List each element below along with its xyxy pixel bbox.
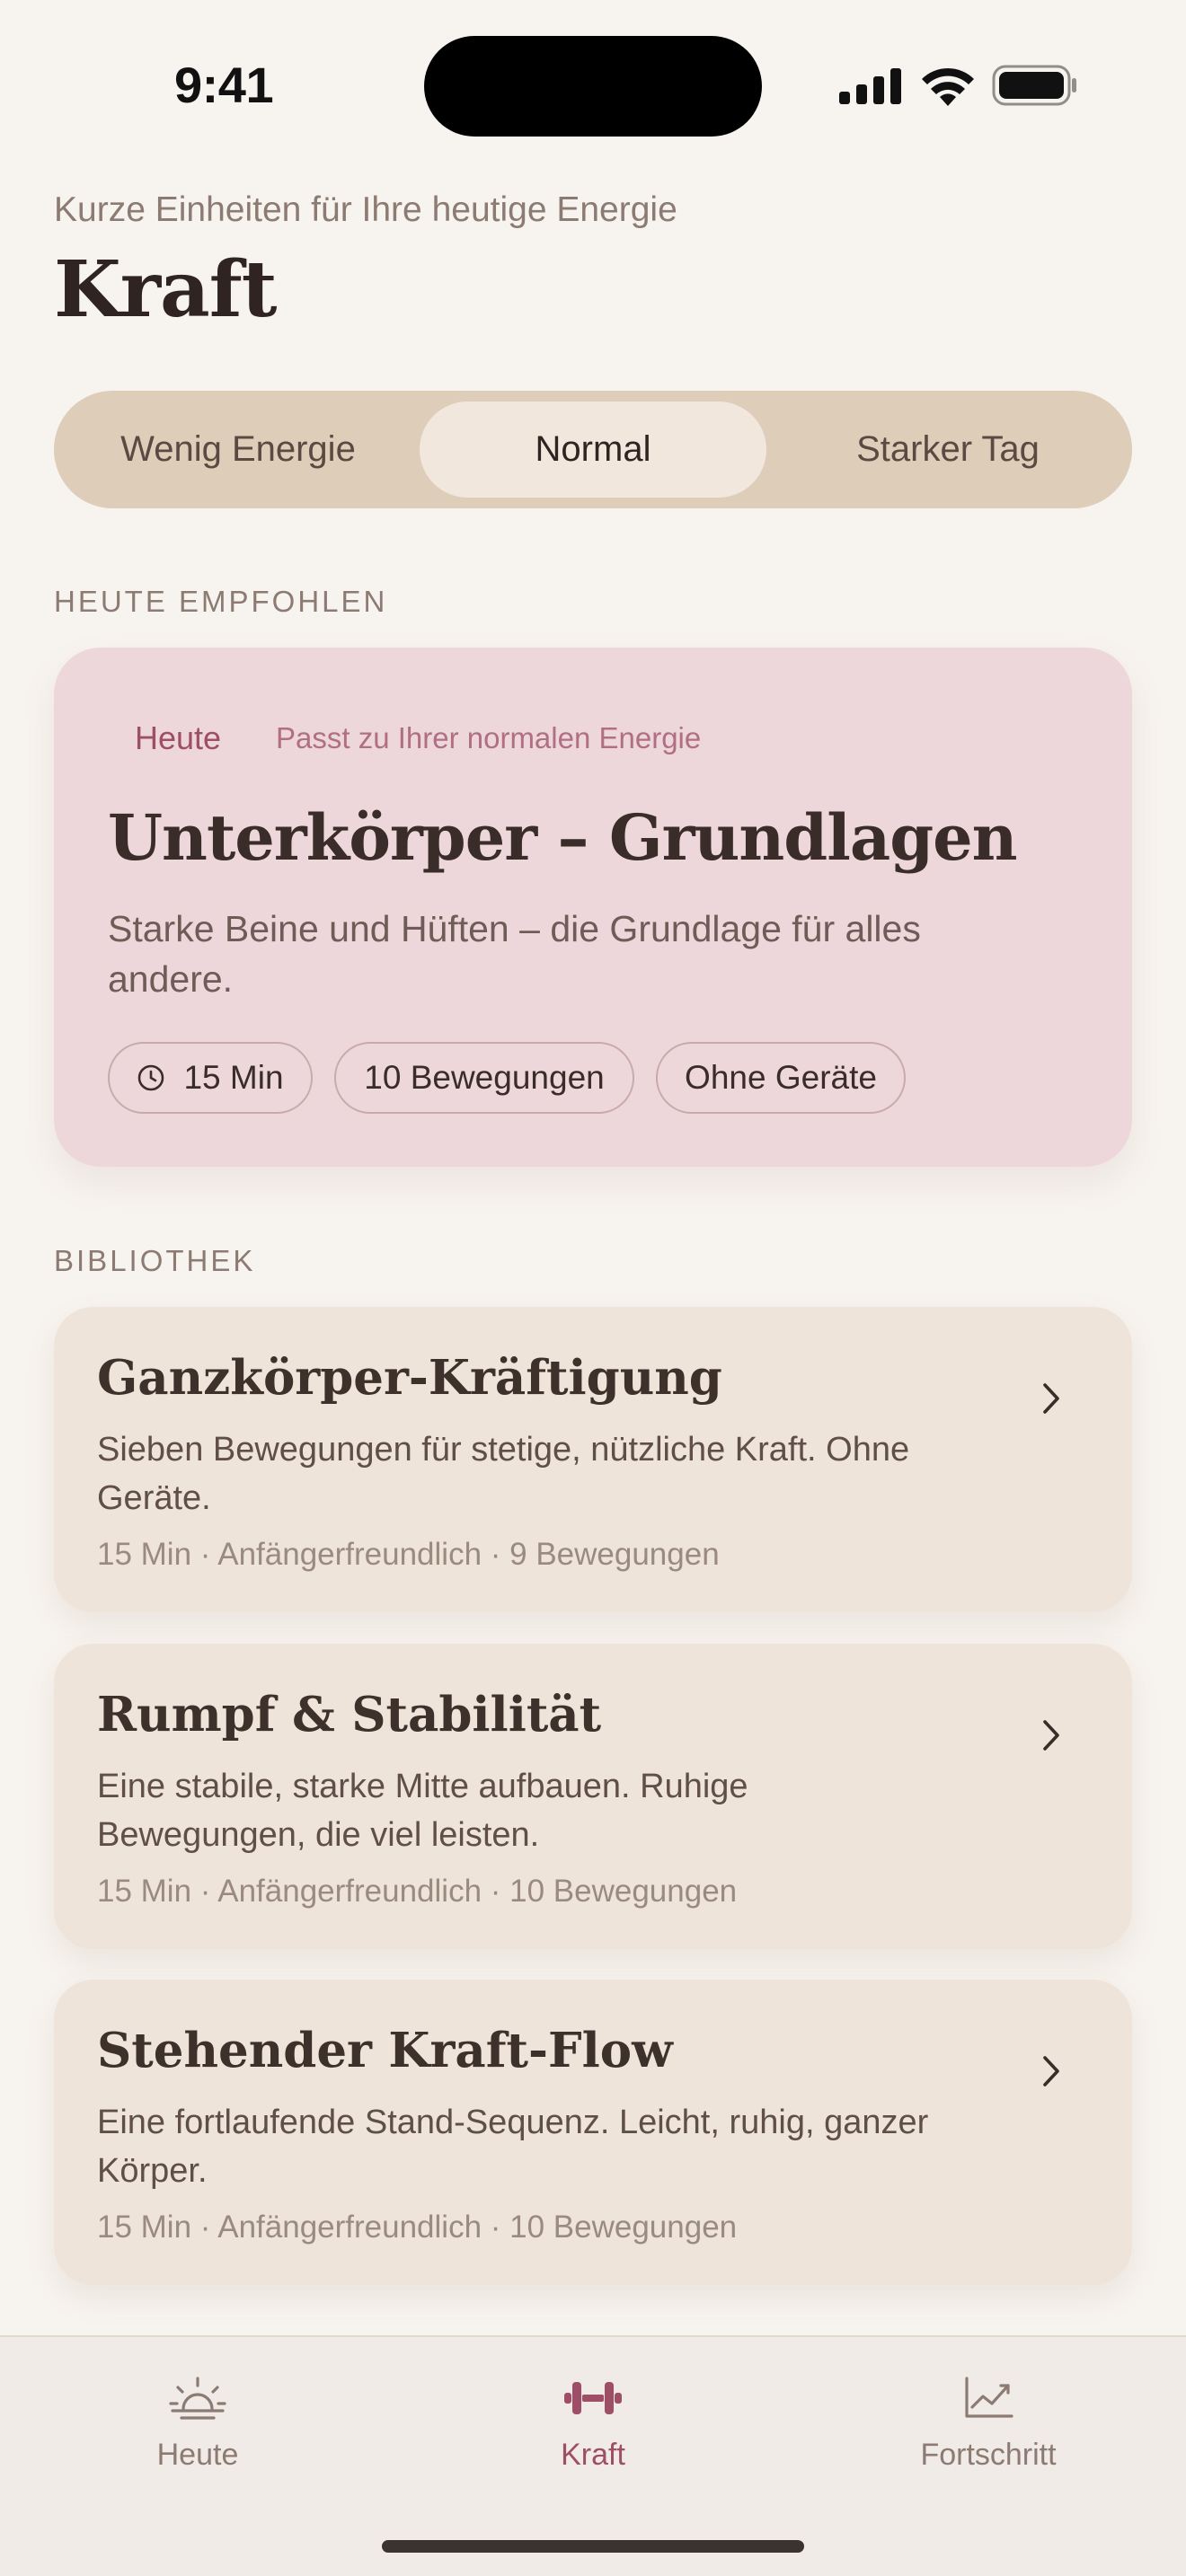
tab-strength[interactable]: Kraft xyxy=(458,2337,728,2499)
equipment-chip: Ohne Geräte xyxy=(656,1042,906,1114)
page-title: Kraft xyxy=(54,244,277,335)
sunrise-icon xyxy=(169,2377,226,2420)
library-card-core[interactable]: Rumpf & Stabilität Eine stabile, starke … xyxy=(54,1644,1132,1949)
library-card-description: Sieben Bewegungen für stetige, nützliche… xyxy=(97,1431,910,1517)
movements-chip: 10 Bewegungen xyxy=(334,1042,634,1114)
library-card-meta: 15 Min · Anfängerfreundlich · 9 Bewegung… xyxy=(97,1537,720,1572)
chart-line-icon xyxy=(965,2377,1013,2418)
chevron-right-icon xyxy=(1043,1720,1059,1751)
recommended-workout-card[interactable]: Heute Passt zu Ihrer normalen Energie Un… xyxy=(54,648,1132,1167)
segment-low-energy[interactable]: Wenig Energie xyxy=(65,401,412,498)
duration-chip-label: 15 Min xyxy=(183,1059,284,1096)
duration-chip: 15 Min xyxy=(108,1042,313,1114)
library-card-description: Eine fortlaufende Stand-Sequenz. Leicht,… xyxy=(97,2104,929,2190)
tab-progress[interactable]: Fortschritt xyxy=(854,2337,1123,2499)
dumbbell-icon xyxy=(564,2382,622,2414)
library-card-title: Ganzkörper-Kräftigung xyxy=(97,1350,722,1406)
workout-title: Unterkörper – Grundlagen xyxy=(108,800,1018,875)
library-card-meta: 15 Min · Anfängerfreundlich · 10 Bewegun… xyxy=(97,1874,738,1909)
library-card-title: Stehender Kraft-Flow xyxy=(97,2023,673,2078)
dynamic-island xyxy=(424,36,762,137)
wifi-icon xyxy=(922,67,974,106)
library-card-description: Eine stabile, starke Mitte aufbauen. Ruh… xyxy=(97,1768,748,1854)
energy-segmented-control: Wenig Energie Normal Starker Tag xyxy=(54,391,1132,508)
today-tag: Heute xyxy=(135,719,222,756)
chevron-right-icon xyxy=(1043,2056,1059,2086)
tab-label: Kraft xyxy=(561,2438,625,2472)
home-indicator xyxy=(382,2540,804,2553)
library-card-standing-flow[interactable]: Stehender Kraft-Flow Eine fortlaufende S… xyxy=(54,1980,1132,2285)
screen: 9:41 Kurze Einheiten für Ihre heutige En… xyxy=(0,0,1186,2576)
battery-icon xyxy=(992,65,1076,106)
signal-icon xyxy=(839,68,901,104)
tab-label: Fortschritt xyxy=(920,2438,1057,2472)
library-card-full-body[interactable]: Ganzkörper-Kräftigung Sieben Bewegungen … xyxy=(54,1307,1132,1612)
energy-note: Passt zu Ihrer normalen Energie xyxy=(276,721,702,754)
segment-normal[interactable]: Normal xyxy=(420,401,766,498)
page-subtitle: Kurze Einheiten für Ihre heutige Energie xyxy=(54,190,677,229)
chevron-right-icon xyxy=(1043,1383,1059,1414)
library-card-meta: 15 Min · Anfängerfreundlich · 10 Bewegun… xyxy=(97,2210,738,2245)
clock-icon xyxy=(137,1063,165,1092)
tab-today[interactable]: Heute xyxy=(63,2337,332,2499)
library-card-title: Rumpf & Stabilität xyxy=(97,1687,602,1742)
status-time: 9:41 xyxy=(174,57,274,113)
segment-strong-day[interactable]: Starker Tag xyxy=(774,401,1121,498)
tab-label: Heute xyxy=(156,2438,239,2472)
section-label-recommended: HEUTE EMPFOHLEN xyxy=(54,585,388,618)
workout-description: Starke Beine und Hüften – die Grundlage … xyxy=(108,908,921,1000)
section-label-library: BIBLIOTHEK xyxy=(54,1244,256,1277)
